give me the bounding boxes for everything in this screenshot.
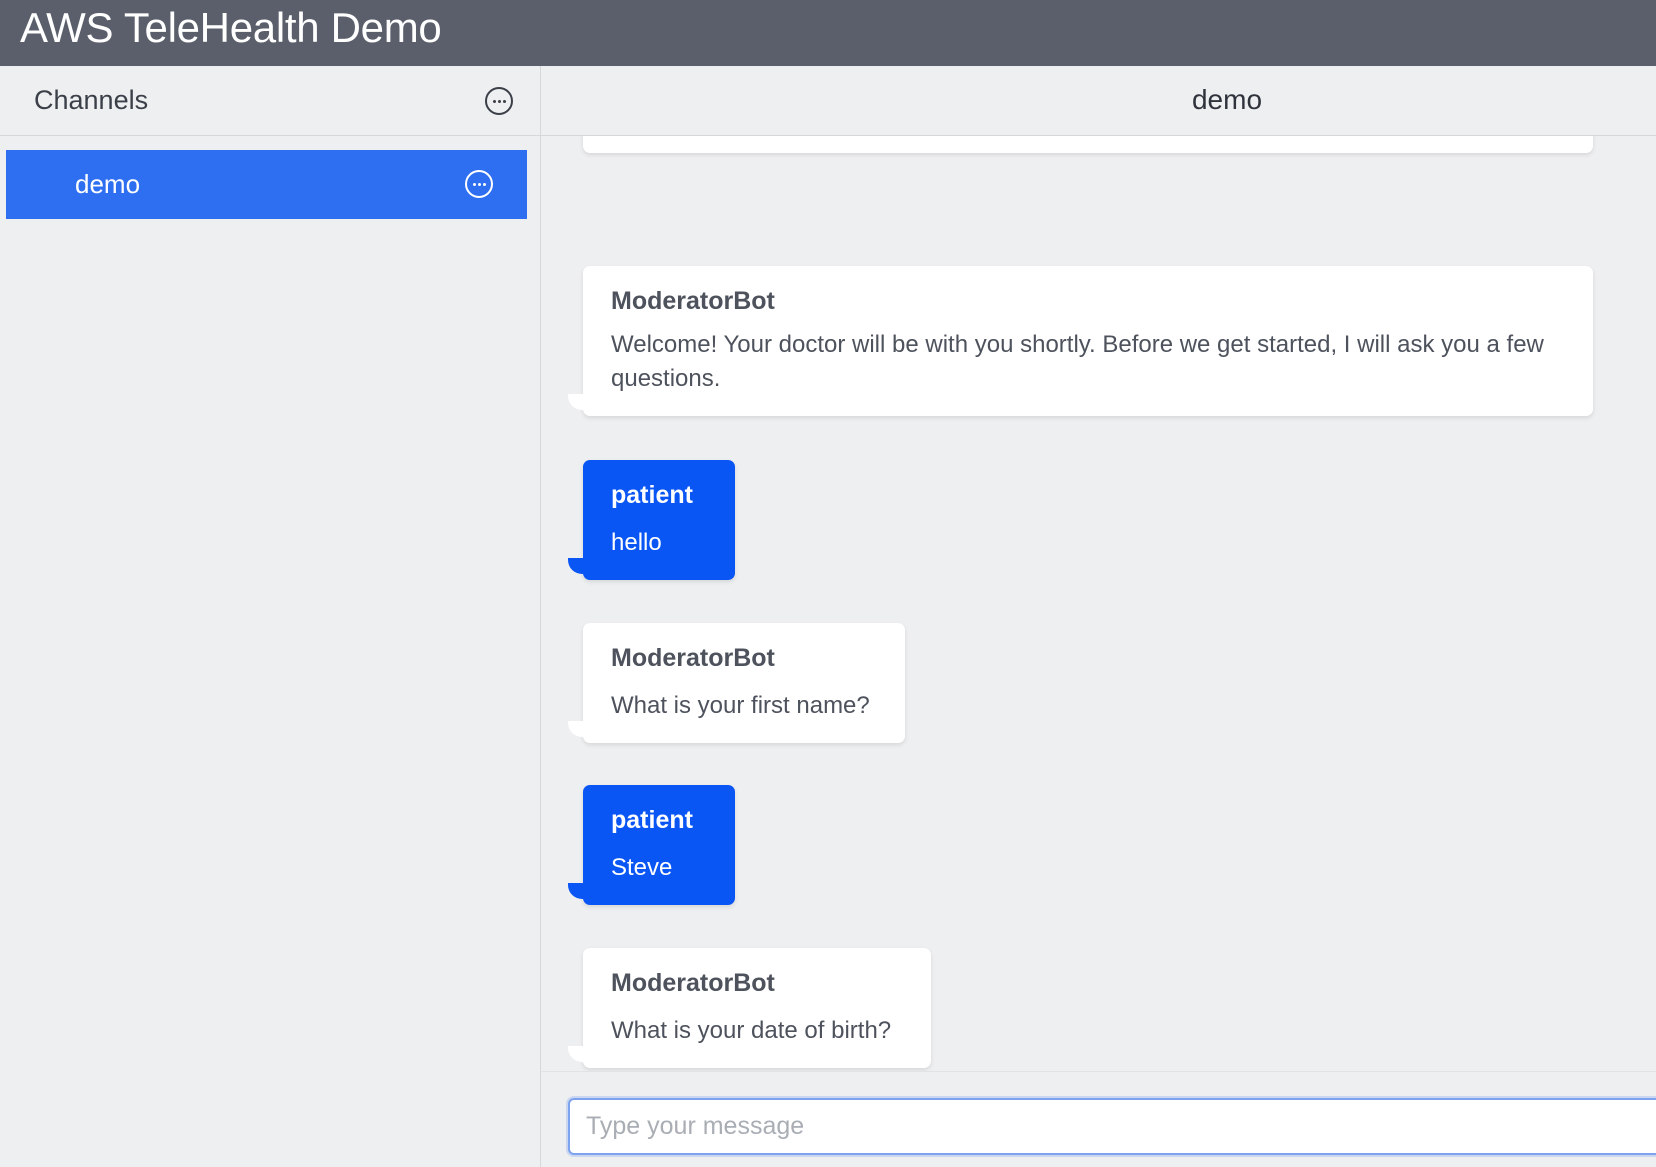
- channels-sidebar: Channels demo: [0, 66, 541, 1167]
- message-composer: [541, 1071, 1656, 1167]
- message-bubble-partial: [583, 136, 1593, 153]
- message-input[interactable]: [568, 1098, 1656, 1155]
- channel-more-icon[interactable]: [465, 170, 493, 198]
- message-bubble: patient hello: [568, 460, 735, 580]
- message-text: Welcome! Your doctor will be with you sh…: [611, 331, 1544, 392]
- message-text: hello: [611, 529, 662, 556]
- message-sender: ModeratorBot: [611, 969, 775, 997]
- message-sender: patient: [611, 806, 693, 834]
- message-text: Steve: [611, 854, 673, 881]
- chat-title: demo: [1191, 84, 1263, 115]
- message-text: What is your date of birth?: [611, 1017, 892, 1044]
- channels-more-icon[interactable]: [485, 87, 513, 115]
- message-sender: ModeratorBot: [611, 644, 775, 672]
- sidebar-title: Channels: [34, 85, 149, 115]
- message-bubble: ModeratorBot What is your date of birth?: [568, 948, 931, 1068]
- chat-header: demo: [541, 66, 1656, 136]
- app-title: AWS TeleHealth Demo: [20, 4, 442, 51]
- top-bar: AWS TeleHealth Demo: [0, 0, 1656, 66]
- message-bubble: ModeratorBot What is your first name?: [568, 623, 905, 743]
- message-text: What is your first name?: [611, 692, 870, 719]
- message-list[interactable]: ModeratorBot Welcome! Your doctor will b…: [541, 136, 1656, 1139]
- chat-panel: demo ModeratorBot Welcome! Your doctor w…: [541, 66, 1656, 1167]
- channel-label: demo: [75, 169, 141, 199]
- message-bubble: ModeratorBot Welcome! Your doctor will b…: [568, 266, 1593, 416]
- message-sender: patient: [611, 481, 693, 509]
- message-bubble: patient Steve: [568, 785, 735, 905]
- message-sender: ModeratorBot: [611, 287, 775, 315]
- sidebar-header: Channels: [0, 66, 540, 136]
- channel-item-demo[interactable]: demo: [6, 150, 527, 219]
